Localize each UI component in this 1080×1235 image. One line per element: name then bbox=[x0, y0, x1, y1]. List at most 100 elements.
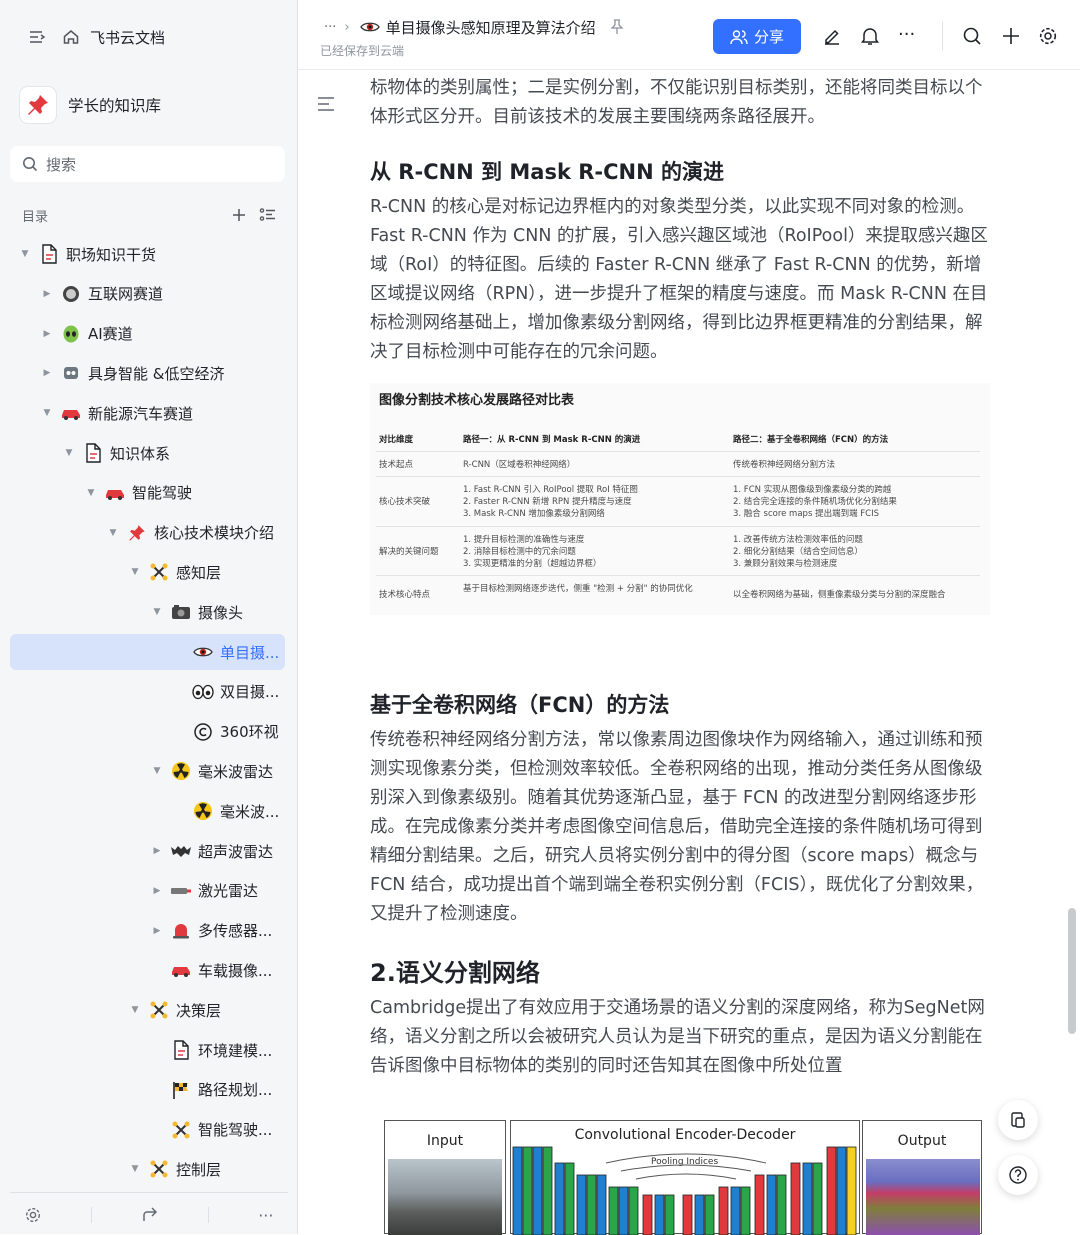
tree-item[interactable]: ▼ 新能源汽车赛道 bbox=[10, 395, 285, 431]
search-box[interactable]: 搜索 bbox=[10, 146, 285, 182]
tree-item[interactable]: ▼ 感知层 bbox=[10, 554, 285, 590]
tree-item[interactable]: 智能驾驶... bbox=[10, 1112, 285, 1148]
caret-down-icon[interactable]: ▼ bbox=[84, 488, 98, 498]
table-cell: 1. 提升目标检测的准确性与速度 2. 消除目标检测中的冗余问题 3. 实现更精… bbox=[463, 535, 602, 569]
heading-rcnn: 从 R-CNN 到 Mask R-CNN 的演进 bbox=[370, 160, 724, 184]
more-icon[interactable]: ··· bbox=[258, 1206, 273, 1225]
table-cell: 基于目标检测网络逐步迭代，侧重 "检测 + 分割" 的协同优化 bbox=[463, 584, 693, 594]
collapse-sidebar-icon[interactable] bbox=[26, 26, 48, 48]
output-panel: Output bbox=[862, 1120, 982, 1235]
scrollbar[interactable] bbox=[1068, 78, 1076, 1228]
sidebar-header: 飞书云文档 bbox=[26, 24, 165, 50]
tree-item[interactable]: ▼ 摄像头 bbox=[10, 594, 285, 630]
tree-item[interactable]: ▶ 超声波雷达 bbox=[10, 833, 285, 869]
table-header-path2: 路径二：基于全卷积网络（FCN）的方法 bbox=[733, 435, 889, 445]
table-header-path1: 路径一：从 R-CNN 到 Mask R-CNN 的演进 bbox=[463, 435, 641, 445]
copyright-icon bbox=[192, 721, 214, 743]
settings-icon[interactable] bbox=[24, 1206, 42, 1224]
list-settings-icon[interactable] bbox=[259, 207, 277, 223]
layer-block bbox=[694, 1194, 705, 1235]
tree-item[interactable]: 360环视 bbox=[10, 714, 285, 750]
tree-item[interactable]: 车载摄像... bbox=[10, 952, 285, 988]
tree-item[interactable]: 路径规划... bbox=[10, 1072, 285, 1108]
doc-info-button[interactable] bbox=[998, 1100, 1038, 1140]
share-out-icon[interactable] bbox=[141, 1206, 159, 1224]
toc-header: 目录 bbox=[22, 204, 277, 226]
doc-info-icon bbox=[1011, 1112, 1025, 1128]
help-button[interactable] bbox=[998, 1155, 1038, 1195]
caret-down-icon[interactable]: ▼ bbox=[62, 448, 76, 458]
caret-down-icon[interactable]: ▼ bbox=[150, 766, 164, 776]
edit-icon[interactable] bbox=[822, 26, 842, 46]
tree-item-label: 新能源汽车赛道 bbox=[88, 404, 194, 423]
table-title: 图像分割技术核心发展路径对比表 bbox=[379, 393, 575, 408]
table-cell: 技术核心特点 bbox=[379, 590, 431, 600]
table-cell: R-CNN（区域卷积神经网络） bbox=[463, 460, 576, 470]
layer-block bbox=[596, 1174, 607, 1235]
tree-item[interactable]: ▼ 知识体系 bbox=[10, 435, 285, 471]
caret-right-icon[interactable]: ▶ bbox=[40, 368, 54, 378]
segnet-diagram: Input Convolutional Encoder-Decoder Pool… bbox=[384, 1118, 984, 1235]
scrollbar-thumb[interactable] bbox=[1068, 908, 1076, 1034]
caret-down-icon[interactable]: ▼ bbox=[128, 1164, 142, 1174]
caret-down-icon[interactable]: ▼ bbox=[150, 607, 164, 617]
caret-right-icon[interactable]: ▶ bbox=[40, 329, 54, 339]
coin-icon bbox=[60, 283, 82, 305]
tree-item[interactable]: ▼ 决策层 bbox=[10, 992, 285, 1028]
layer-block bbox=[618, 1186, 629, 1235]
chevron-right-icon: › bbox=[344, 19, 350, 35]
tree-item[interactable]: ▼ 核心技术模块介绍 bbox=[10, 515, 285, 551]
sidebar: 飞书云文档 学长的知识库 搜索 目录 ▼ 职场知识干货 ▶ 互联网赛道 ▶ AI赛道 ▶ 具身… bbox=[0, 0, 298, 1234]
laser-icon bbox=[170, 880, 192, 902]
tree-item[interactable]: ▼ 职场知识干货 bbox=[10, 236, 285, 272]
outline-icon[interactable] bbox=[316, 96, 336, 112]
tree-item[interactable]: 单目摄... bbox=[10, 634, 285, 670]
caret-down-icon[interactable]: ▼ bbox=[128, 1005, 142, 1015]
tree-item[interactable]: ▼ 智能驾驶 bbox=[10, 475, 285, 511]
pushpin-icon bbox=[20, 87, 56, 123]
tree-item[interactable]: 环境建模... bbox=[10, 1032, 285, 1068]
doc-icon bbox=[38, 243, 60, 265]
table-cell: 以全卷积网络为基础，侧重像素级分类与分割的深度融合 bbox=[733, 590, 946, 600]
bell-icon[interactable] bbox=[861, 26, 879, 46]
caret-right-icon[interactable]: ▶ bbox=[150, 886, 164, 896]
intro-paragraph: 标物体的类别属性；二是实例分割，不仅能识别目标类别，还能将同类目标以个体形式区分… bbox=[370, 78, 983, 127]
caret-right-icon[interactable]: ▶ bbox=[150, 926, 164, 936]
pin-icon[interactable] bbox=[610, 19, 624, 35]
gear-icon[interactable] bbox=[1038, 26, 1058, 46]
plus-icon[interactable] bbox=[1001, 26, 1021, 46]
caret-down-icon[interactable]: ▼ bbox=[106, 528, 120, 538]
table-cell: 核心技术突破 bbox=[379, 497, 431, 507]
layer-block bbox=[704, 1194, 715, 1235]
table-cell: 1. FCN 实现从图像级到像素级分类的跨越 2. 结合完全连接的条件随机场优化… bbox=[733, 485, 897, 519]
eyes-icon bbox=[192, 681, 214, 703]
breadcrumb-more[interactable]: ··· bbox=[324, 20, 336, 35]
tree-item[interactable]: 毫米波... bbox=[10, 793, 285, 829]
tree-item[interactable]: ▼ 控制层 bbox=[10, 1151, 285, 1187]
tree-item[interactable]: ▶ 激光雷达 bbox=[10, 873, 285, 909]
tree-item[interactable]: 双目摄... bbox=[10, 674, 285, 710]
layer-block bbox=[776, 1174, 787, 1235]
input-label: Input bbox=[426, 1133, 464, 1149]
add-icon[interactable] bbox=[231, 207, 247, 223]
caret-right-icon[interactable]: ▶ bbox=[40, 289, 54, 299]
home-icon[interactable] bbox=[60, 26, 82, 48]
knowledge-base-header[interactable]: 学长的知识库 bbox=[20, 86, 161, 124]
layer-block bbox=[790, 1162, 801, 1235]
search-icon[interactable] bbox=[962, 26, 982, 46]
share-button[interactable]: 分享 bbox=[713, 19, 801, 54]
tree-item-label: 职场知识干货 bbox=[66, 245, 157, 264]
tree-item[interactable]: ▶ 多传感器... bbox=[10, 913, 285, 949]
caret-right-icon[interactable]: ▶ bbox=[150, 846, 164, 856]
app-title[interactable]: 飞书云文档 bbox=[90, 27, 165, 48]
radiation-icon bbox=[170, 760, 192, 782]
caret-down-icon[interactable]: ▼ bbox=[18, 249, 32, 259]
caret-down-icon[interactable]: ▼ bbox=[128, 567, 142, 577]
tree-item[interactable]: ▶ 互联网赛道 bbox=[10, 276, 285, 312]
tree-item[interactable]: ▼ 毫米波雷达 bbox=[10, 753, 285, 789]
tree-item[interactable]: ▶ 具身智能 &低空经济 bbox=[10, 355, 285, 391]
caret-down-icon[interactable]: ▼ bbox=[40, 408, 54, 418]
more-options-icon[interactable]: ··· bbox=[898, 24, 915, 45]
doc-title[interactable]: 单目摄像头感知原理及算法介绍 bbox=[386, 17, 596, 38]
tree-item[interactable]: ▶ AI赛道 bbox=[10, 316, 285, 352]
